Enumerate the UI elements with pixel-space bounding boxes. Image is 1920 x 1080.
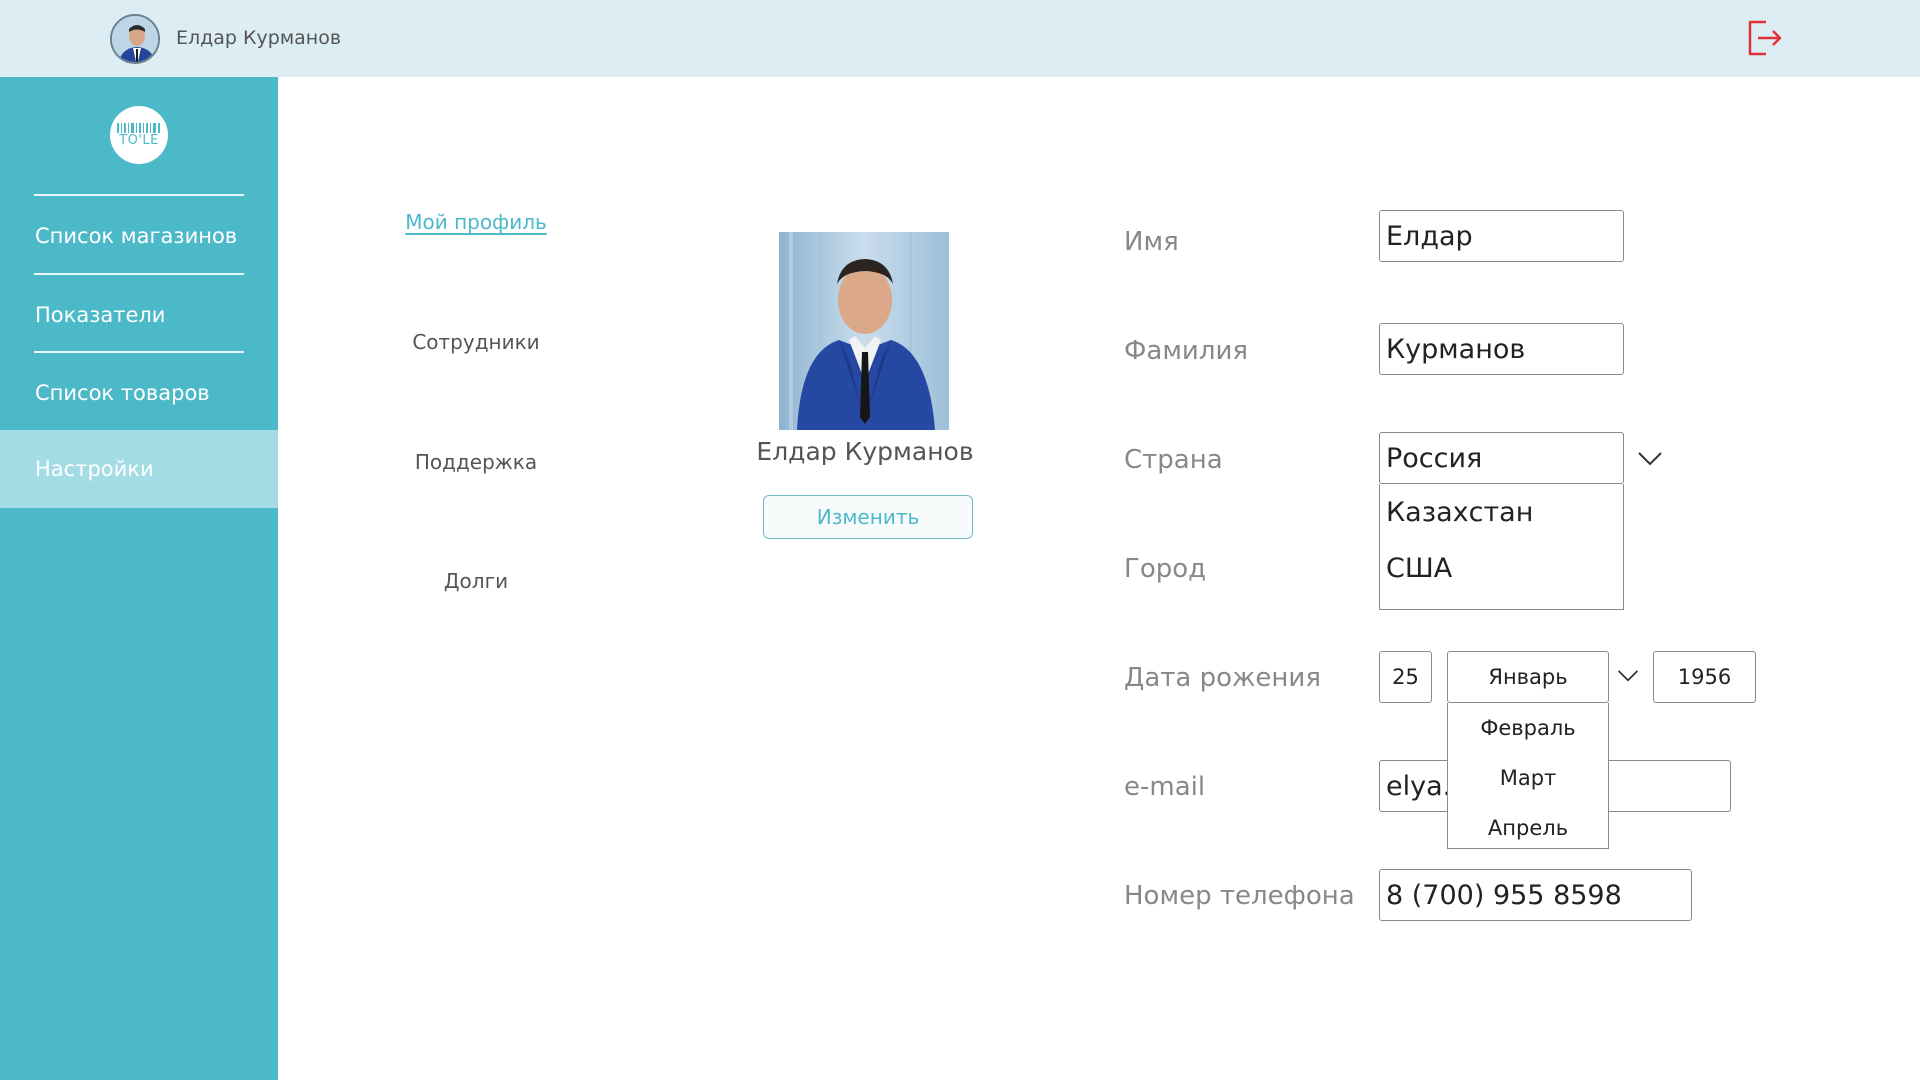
barcode-icon xyxy=(117,122,160,133)
birth-date-label: Дата рожения xyxy=(1124,663,1321,693)
country-label: Страна xyxy=(1124,445,1223,475)
city-label: Город xyxy=(1124,554,1207,584)
last-name-label: Фамилия xyxy=(1124,336,1248,366)
submenu-my-profile[interactable]: Мой профиль xyxy=(366,210,586,234)
change-photo-button[interactable]: Изменить xyxy=(763,495,973,539)
divider xyxy=(34,351,244,353)
user-name: Елдар Курманов xyxy=(176,27,342,49)
logo: TO'LE xyxy=(110,106,168,164)
phone-label: Номер телефона xyxy=(1124,881,1355,911)
country-select[interactable]: Россия xyxy=(1379,432,1624,484)
submenu-employees[interactable]: Сотрудники xyxy=(366,330,586,354)
country-option[interactable]: США xyxy=(1380,540,1623,596)
country-dropdown-list: Казахстан США xyxy=(1379,484,1624,610)
phone-field[interactable]: 8 (700) 955 8598 xyxy=(1379,869,1692,921)
sidebar-item-label: Настройки xyxy=(35,457,154,481)
birth-year-field[interactable]: 1956 xyxy=(1653,651,1756,703)
birth-day-field[interactable]: 25 xyxy=(1379,651,1432,703)
submenu-debts[interactable]: Долги xyxy=(366,569,586,593)
logo-text: TO'LE xyxy=(119,132,159,148)
sidebar-item-label: Показатели xyxy=(35,303,166,327)
divider xyxy=(34,273,244,275)
chevron-down-icon[interactable] xyxy=(1636,450,1664,468)
sidebar-item-label: Список товаров xyxy=(35,381,210,405)
month-option[interactable]: Февраль xyxy=(1448,703,1608,753)
profile-name: Елдар Курманов xyxy=(756,437,974,466)
sidebar-item-stores[interactable]: Список магазинов xyxy=(0,197,278,275)
sidebar: TO'LE Список магазинов Показатели Список… xyxy=(0,77,278,1080)
country-option[interactable]: Казахстан xyxy=(1380,484,1623,540)
month-option[interactable]: Апрель xyxy=(1448,803,1608,853)
sidebar-item-products[interactable]: Список товаров xyxy=(0,354,278,432)
last-name-field[interactable]: Курманов xyxy=(1379,323,1624,375)
email-label: e-mail xyxy=(1124,772,1206,802)
sidebar-item-settings[interactable]: Настройки xyxy=(0,430,278,508)
chevron-down-icon[interactable] xyxy=(1616,668,1640,684)
first-name-label: Имя xyxy=(1124,227,1179,257)
month-dropdown-list: Февраль Март Апрель xyxy=(1447,703,1609,849)
profile-photo xyxy=(779,232,949,430)
divider xyxy=(34,194,244,196)
first-name-field[interactable]: Елдар xyxy=(1379,210,1624,262)
sidebar-item-label: Список магазинов xyxy=(35,224,238,248)
logout-icon[interactable] xyxy=(1744,18,1784,58)
submenu-support[interactable]: Поддержка xyxy=(366,450,586,474)
top-bar: Елдар Курманов xyxy=(0,0,1920,77)
sidebar-item-indicators[interactable]: Показатели xyxy=(0,276,278,354)
month-option[interactable]: Март xyxy=(1448,753,1608,803)
avatar[interactable] xyxy=(110,14,160,64)
birth-month-select[interactable]: Январь xyxy=(1447,651,1609,703)
